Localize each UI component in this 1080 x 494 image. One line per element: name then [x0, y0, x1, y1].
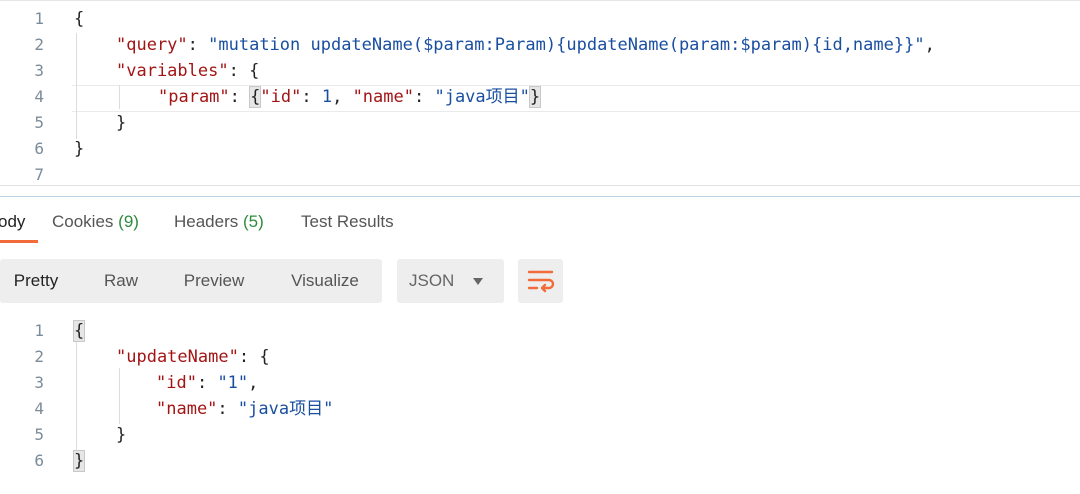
line-number: 6 [34, 139, 44, 158]
view-mode-segmented-control: Pretty Raw Preview Visualize [0, 259, 382, 303]
bracket-match: { [249, 86, 262, 108]
tab-test-results[interactable]: Test Results [301, 212, 394, 232]
editor-bottom-border [0, 185, 1080, 186]
pretty-button[interactable]: Pretty [0, 259, 72, 303]
line-number: 2 [34, 35, 44, 54]
code-text: { [72, 318, 86, 344]
response-tabs: ody Cookies (9) Headers (5) Test Results [0, 198, 1080, 246]
line-number: 5 [34, 113, 44, 132]
tab-cookies[interactable]: Cookies (9) [52, 212, 139, 232]
code-text: } [116, 113, 127, 133]
code-line: 5 } [0, 110, 1080, 136]
line-number: 1 [34, 9, 44, 28]
line-number: 1 [34, 321, 44, 340]
bracket-match: } [528, 86, 542, 108]
code-text: } [72, 448, 86, 474]
visualize-button[interactable]: Visualize [276, 259, 374, 303]
chevron-down-icon [473, 278, 483, 285]
code-text: { [74, 9, 85, 29]
wrap-lines-button[interactable] [518, 259, 563, 303]
indent-guide [76, 342, 77, 460]
line-number: 5 [34, 425, 44, 444]
raw-button[interactable]: Raw [88, 259, 154, 303]
active-tab-indicator [0, 240, 38, 243]
code-text: "param": {"id": 1, "name": "java项目"} [158, 86, 542, 108]
format-select[interactable]: JSON [397, 259, 504, 303]
code-line: 6 } [0, 136, 1080, 162]
tab-body[interactable]: ody [0, 212, 25, 232]
code-text: "name": "java项目" [156, 399, 334, 419]
code-text: "updateName": { [116, 347, 270, 367]
response-body-viewer[interactable]: 1 { 2 "updateName": { 3 "id": "1", 4 "na… [0, 318, 1080, 494]
code-text: } [116, 425, 127, 445]
code-text: } [74, 139, 85, 159]
format-select-value: JSON [409, 271, 455, 290]
preview-button[interactable]: Preview [170, 259, 258, 303]
line-number: 6 [34, 451, 44, 470]
cookies-count-badge: (9) [118, 212, 139, 231]
tab-headers[interactable]: Headers (5) [174, 212, 264, 232]
code-text: "id": "1", [156, 373, 259, 393]
indent-guide [119, 368, 120, 424]
bracket-match: { [72, 320, 86, 342]
pane-split-handle[interactable] [0, 196, 1080, 197]
bracket-match: } [72, 450, 86, 472]
code-line: 3 "variables": { [0, 58, 1080, 84]
code-line: 2 "query": "mutation updateName($param:P… [0, 32, 1080, 58]
request-body-editor[interactable]: 1 { 2 "query": "mutation updateName($par… [0, 0, 1080, 187]
code-text: "query": "mutation updateName($param:Par… [116, 35, 935, 55]
code-line: 1 { [0, 6, 1080, 32]
line-number: 4 [34, 87, 44, 106]
wrap-lines-icon [527, 270, 555, 293]
line-number: 3 [34, 373, 44, 392]
code-line: 4 "param": {"id": 1, "name": "java项目"} [0, 84, 1080, 110]
headers-count-badge: (5) [243, 212, 264, 231]
line-number: 2 [34, 347, 44, 366]
code-text: "variables": { [116, 61, 260, 81]
line-number: 4 [34, 399, 44, 418]
line-number: 3 [34, 61, 44, 80]
